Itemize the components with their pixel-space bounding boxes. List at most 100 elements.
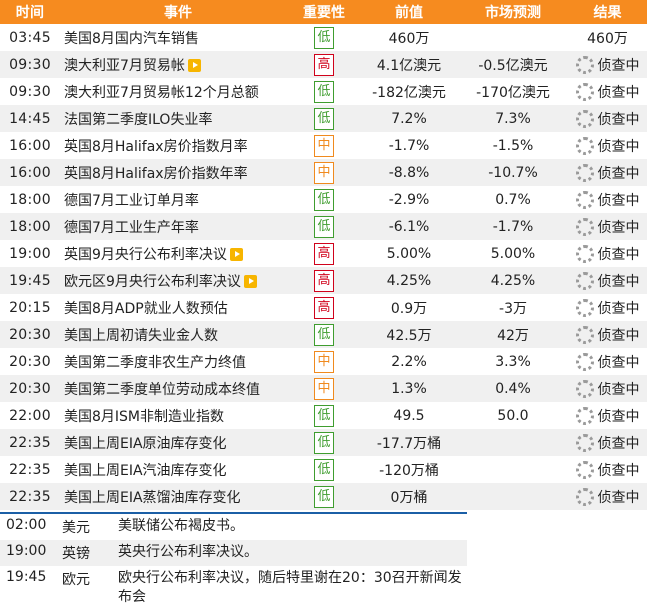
row-importance: 中 bbox=[292, 348, 356, 375]
row-result: 侦查中 bbox=[564, 132, 647, 159]
economic-calendar-table: 时间 事件 重要性 前值 市场预测 结果 03:45 美国8月国内汽车销售低 460… bbox=[0, 0, 647, 510]
event-name[interactable]: 美国上周初请失业金人数 bbox=[64, 328, 218, 344]
event-name[interactable]: 美国8月ISM非制造业指数 bbox=[64, 409, 224, 425]
result-value: 侦查中 bbox=[597, 57, 640, 74]
table-row: 09:30 澳大利亚7月贸易帐12个月总额 低 -182亿澳元 -170亿澳元 侦查中 bbox=[0, 78, 647, 105]
event-name[interactable]: 英国8月Halifax房价指数月率 bbox=[64, 139, 248, 155]
row-previous: 42.5万 bbox=[356, 321, 462, 348]
result-value: 侦查中 bbox=[597, 408, 640, 425]
row-event: 美国第二季度非农生产力终值 bbox=[60, 348, 292, 375]
event-currency: 美元 bbox=[62, 520, 90, 536]
row-event: 美国8月ADP就业人数预估 bbox=[60, 294, 292, 321]
loading-spinner-icon bbox=[575, 217, 594, 236]
event-item: 19:45 欧元 欧央行公布利率决议，随后特里谢在20：30召开新闻发布会 bbox=[0, 566, 467, 610]
row-importance: 中 bbox=[292, 159, 356, 186]
importance-badge: 高 bbox=[314, 296, 334, 319]
header-previous: 前值 bbox=[356, 0, 462, 24]
row-result: 侦查中 bbox=[564, 78, 647, 105]
row-time: 09:30 bbox=[0, 51, 60, 78]
table-header-row: 时间 事件 重要性 前值 市场预测 结果 bbox=[0, 0, 647, 24]
row-result: 侦查中 bbox=[564, 159, 647, 186]
event-name[interactable]: 美国第二季度非农生产力终值 bbox=[64, 355, 246, 371]
event-description: 欧央行公布利率决议，随后特里谢在20：30召开新闻发布会 bbox=[118, 570, 462, 605]
row-time: 19:45 bbox=[0, 267, 60, 294]
table-row: 20:30 美国上周初请失业金人数 低 42.5万 42万 侦查中 bbox=[0, 321, 647, 348]
row-forecast: -1.5% bbox=[462, 132, 564, 159]
row-time: 22:35 bbox=[0, 483, 60, 510]
row-importance: 低 bbox=[292, 186, 356, 213]
event-name[interactable]: 美国上周EIA原油库存变化 bbox=[64, 436, 227, 452]
table-row: 20:30 美国第二季度非农生产力终值 中 2.2% 3.3% 侦查中 bbox=[0, 348, 647, 375]
event-name[interactable]: 德国7月工业订单月率 bbox=[64, 193, 199, 209]
table-row: 14:45 法国第二季度ILO失业率 低 7.2% 7.3% 侦查中 bbox=[0, 105, 647, 132]
result-value: 侦查中 bbox=[597, 300, 640, 317]
row-importance: 低 bbox=[292, 429, 356, 456]
loading-spinner-icon bbox=[575, 109, 594, 128]
event-name[interactable]: 英国8月Halifax房价指数年率 bbox=[64, 166, 248, 182]
event-name[interactable]: 法国第二季度ILO失业率 bbox=[64, 112, 212, 128]
loading-spinner-icon bbox=[575, 55, 594, 74]
event-name[interactable]: 德国7月工业生产年率 bbox=[64, 220, 199, 236]
loading-spinner-icon bbox=[575, 325, 594, 344]
event-name[interactable]: 美国第二季度单位劳动成本终值 bbox=[64, 382, 260, 398]
row-importance: 中 bbox=[292, 375, 356, 402]
row-event: 澳大利亚7月贸易帐12个月总额 bbox=[60, 78, 292, 105]
importance-badge: 高 bbox=[314, 53, 334, 76]
video-play-icon[interactable] bbox=[187, 59, 201, 72]
row-time: 18:00 bbox=[0, 186, 60, 213]
event-name[interactable]: 美国8月ADP就业人数预估 bbox=[64, 301, 228, 317]
result-value: 侦查中 bbox=[597, 435, 640, 452]
table-row: 22:00 美国8月ISM非制造业指数 低 49.5 50.0 侦查中 bbox=[0, 402, 647, 429]
importance-badge: 中 bbox=[314, 350, 334, 373]
row-forecast: 0.4% bbox=[462, 375, 564, 402]
loading-spinner-icon bbox=[575, 244, 594, 263]
row-time: 20:30 bbox=[0, 321, 60, 348]
row-importance: 低 bbox=[292, 105, 356, 132]
row-forecast: -0.5亿澳元 bbox=[462, 51, 564, 78]
row-importance: 低 bbox=[292, 321, 356, 348]
event-name[interactable]: 英国9月央行公布利率决议 bbox=[64, 247, 227, 263]
event-name[interactable]: 美国上周EIA汽油库存变化 bbox=[64, 463, 227, 479]
row-previous: 4.1亿澳元 bbox=[356, 51, 462, 78]
row-previous: 1.3% bbox=[356, 375, 462, 402]
result-value: 侦查中 bbox=[597, 273, 640, 290]
event-name[interactable]: 欧元区9月央行公布利率决议 bbox=[64, 274, 241, 290]
row-time: 03:45 bbox=[0, 24, 60, 51]
result-value: 侦查中 bbox=[597, 462, 640, 479]
row-result: 侦查中 bbox=[564, 213, 647, 240]
video-play-icon[interactable] bbox=[229, 248, 243, 261]
result-value: 侦查中 bbox=[597, 354, 640, 371]
header-result: 结果 bbox=[564, 0, 647, 24]
event-name[interactable]: 澳大利亚7月贸易帐 bbox=[64, 58, 185, 74]
row-result: 侦查中 bbox=[564, 375, 647, 402]
row-event: 德国7月工业生产年率 bbox=[60, 213, 292, 240]
row-importance: 低 bbox=[292, 24, 356, 51]
importance-badge: 低 bbox=[314, 404, 334, 427]
loading-spinner-icon bbox=[575, 82, 594, 101]
result-value: 侦查中 bbox=[597, 192, 640, 209]
importance-badge: 低 bbox=[314, 215, 334, 238]
row-importance: 低 bbox=[292, 456, 356, 483]
row-result: 侦查中 bbox=[564, 51, 647, 78]
row-event: 美国上周EIA蒸馏油库存变化 bbox=[60, 483, 292, 510]
event-name[interactable]: 美国上周EIA蒸馏油库存变化 bbox=[64, 490, 241, 506]
row-previous: 460万 bbox=[356, 24, 462, 51]
row-event: 美国上周EIA汽油库存变化 bbox=[60, 456, 292, 483]
event-item: 19:00 英镑 英央行公布利率决议。 bbox=[0, 540, 467, 566]
table-row: 22:35 美国上周EIA汽油库存变化 低 -120万桶 侦查中 bbox=[0, 456, 647, 483]
row-time: 22:35 bbox=[0, 429, 60, 456]
row-result: 侦查中 bbox=[564, 429, 647, 456]
row-result: 侦查中 bbox=[564, 348, 647, 375]
importance-badge: 中 bbox=[314, 377, 334, 400]
row-previous: -17.7万桶 bbox=[356, 429, 462, 456]
row-forecast: 42万 bbox=[462, 321, 564, 348]
video-play-icon[interactable] bbox=[243, 275, 257, 288]
row-forecast bbox=[462, 429, 564, 456]
event-name[interactable]: 澳大利亚7月贸易帐12个月总额 bbox=[64, 85, 259, 101]
event-name[interactable]: 美国8月国内汽车销售 bbox=[64, 31, 199, 47]
row-forecast: 5.00% bbox=[462, 240, 564, 267]
result-value: 侦查中 bbox=[597, 84, 640, 101]
row-time: 20:30 bbox=[0, 348, 60, 375]
row-previous: 7.2% bbox=[356, 105, 462, 132]
events-list: 02:00 美元 美联储公布褐皮书。 19:00 英镑 英央行公布利率决议。 19:45 欧元… bbox=[0, 512, 467, 610]
